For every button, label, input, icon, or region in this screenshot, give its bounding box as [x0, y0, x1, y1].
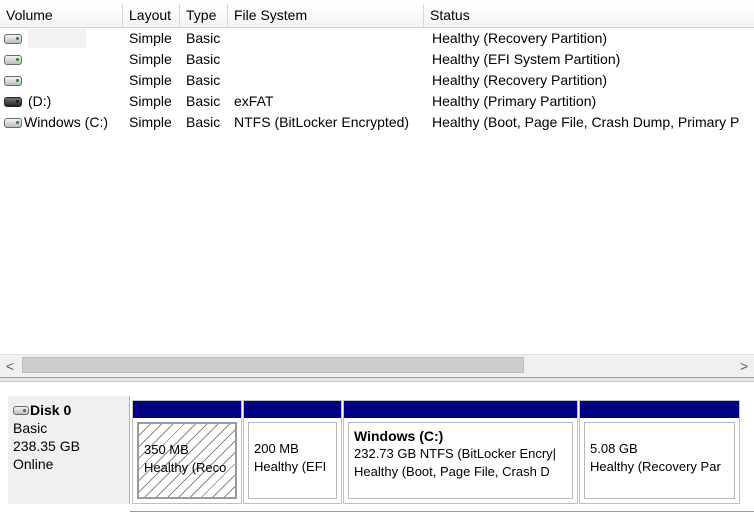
partition-size: 350 MB: [144, 442, 189, 457]
partition-status: Healthy (EFI: [254, 459, 327, 474]
partition-bar: [133, 401, 241, 418]
volume-cell: [0, 49, 123, 70]
partition-size: 200 MB: [254, 441, 299, 456]
disk-map-pane: Disk 0 Basic 238.35 GB Online 350 MB Hea…: [0, 382, 754, 517]
column-header-type[interactable]: Type: [180, 4, 228, 27]
partition-status: Healthy (Recovery Par: [590, 459, 721, 474]
partition-body: Windows (C:) 232.73 GB NTFS (BitLocker E…: [348, 422, 573, 499]
horizontal-scrollbar[interactable]: < >: [0, 354, 754, 377]
type-cell: Basic: [186, 93, 221, 109]
removable-drive-icon: [4, 96, 22, 107]
column-header-layout[interactable]: Layout: [123, 4, 180, 27]
table-row[interactable]: Simple Basic Healthy (EFI System Partiti…: [0, 49, 754, 70]
volume-cell: Windows (C:): [0, 112, 123, 133]
volume-cell: [0, 28, 123, 49]
disk-type: Basic: [13, 420, 48, 436]
table-row[interactable]: Simple Basic Healthy (Recovery Partition…: [0, 28, 754, 49]
drive-icon: [4, 54, 22, 65]
table-row[interactable]: Simple Basic Healthy (Recovery Partition…: [0, 70, 754, 91]
file-system-cell: [228, 28, 424, 49]
disk-icon: [13, 405, 29, 415]
volume-list[interactable]: Volume Layout Type File System Status Si…: [0, 0, 754, 378]
partition-bar: [580, 401, 739, 418]
disk-name: Disk 0: [30, 402, 72, 418]
table-row[interactable]: Windows (C:) Simple Basic NTFS (BitLocke…: [0, 112, 754, 133]
disk-title: Disk 0: [13, 401, 129, 419]
scrollbar-thumb[interactable]: [22, 357, 524, 373]
disk-size: 238.35 GB: [13, 438, 80, 454]
type-cell: Basic: [186, 114, 221, 130]
layout-cell: Simple: [129, 51, 172, 67]
disk-state: Online: [13, 456, 54, 472]
status-cell: Healthy (Primary Partition): [432, 93, 597, 109]
partition-status: Healthy (Reco: [144, 460, 227, 475]
volume-cell: [0, 70, 123, 91]
file-system-cell: [228, 49, 424, 70]
partition-body: 200 MB Healthy (EFI: [248, 422, 337, 499]
status-cell: Healthy (Recovery Partition): [432, 72, 608, 88]
partition-body: 5.08 GB Healthy (Recovery Par: [584, 422, 735, 499]
column-header-status[interactable]: Status: [424, 4, 754, 27]
partition-size: 232.73 GB NTFS (BitLocker Encry|: [354, 446, 557, 461]
type-cell: Basic: [186, 72, 221, 88]
volume-name: Windows (C:): [24, 114, 109, 130]
volume-name: [28, 29, 86, 48]
table-row[interactable]: (D:) Simple Basic exFAT Healthy (Primary…: [0, 91, 754, 112]
column-header-volume[interactable]: Volume: [0, 4, 123, 27]
drive-icon: [4, 75, 22, 86]
status-cell: Healthy (EFI System Partition): [432, 51, 621, 67]
type-cell: Basic: [186, 30, 221, 46]
layout-cell: Simple: [129, 30, 172, 46]
file-system-cell: exFAT: [234, 93, 274, 109]
file-system-cell: NTFS (BitLocker Encrypted): [234, 114, 410, 130]
status-cell: Healthy (Boot, Page File, Crash Dump, Pr…: [432, 114, 740, 130]
layout-cell: Simple: [129, 114, 172, 130]
partition-title: Windows (C:): [354, 428, 444, 444]
partition-size: 5.08 GB: [590, 441, 638, 456]
file-system-cell: [228, 70, 424, 91]
drive-icon: [4, 117, 22, 128]
scroll-left-icon[interactable]: <: [0, 355, 20, 377]
column-header-file-system[interactable]: File System: [228, 4, 424, 27]
partition-efi[interactable]: 200 MB Healthy (EFI: [243, 400, 342, 504]
volume-cell: (D:): [0, 91, 123, 112]
list-header: Volume Layout Type File System Status: [0, 4, 754, 28]
layout-cell: Simple: [129, 72, 172, 88]
disk-row-border: [130, 511, 754, 512]
partition-windows-c[interactable]: Windows (C:) 232.73 GB NTFS (BitLocker E…: [343, 400, 578, 504]
partition-status: Healthy (Boot, Page File, Crash D: [354, 464, 550, 479]
partition-body: 350 MB Healthy (Reco: [137, 422, 237, 499]
partition-recovery-1[interactable]: 350 MB Healthy (Reco: [132, 400, 242, 504]
type-cell: Basic: [186, 51, 221, 67]
layout-cell: Simple: [129, 93, 172, 109]
scroll-right-icon[interactable]: >: [734, 355, 754, 377]
partition-bar: [344, 401, 577, 418]
drive-icon: [4, 33, 22, 44]
volume-rows: Simple Basic Healthy (Recovery Partition…: [0, 28, 754, 133]
partition-bar: [244, 401, 341, 418]
partition-recovery-2[interactable]: 5.08 GB Healthy (Recovery Par: [579, 400, 740, 504]
disk-info[interactable]: Disk 0 Basic 238.35 GB Online: [8, 396, 130, 504]
volume-name: (D:): [28, 93, 52, 109]
status-cell: Healthy (Recovery Partition): [432, 30, 608, 46]
